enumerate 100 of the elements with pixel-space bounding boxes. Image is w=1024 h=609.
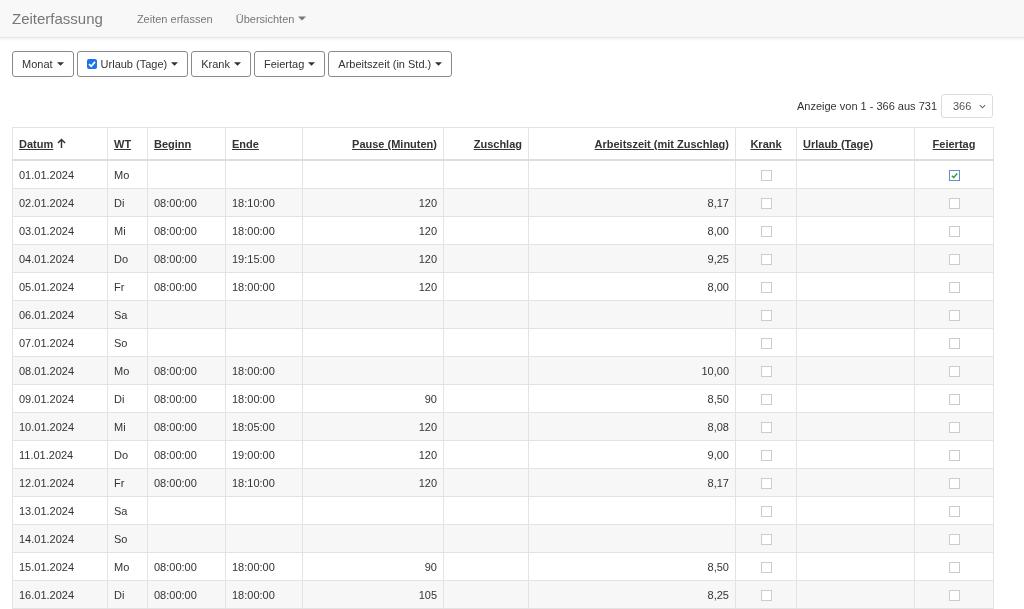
table-cell: 90 xyxy=(424,392,437,405)
checkbox[interactable] xyxy=(948,281,960,293)
table-cell: 01.01.2024 xyxy=(19,168,75,181)
checkbox[interactable] xyxy=(948,225,960,237)
checkbox[interactable] xyxy=(948,505,960,517)
checkbox[interactable] xyxy=(948,309,960,321)
table-cell: 8,50 xyxy=(707,560,729,573)
table-cell: 08:00:00 xyxy=(154,252,197,265)
table-cell: 120 xyxy=(418,196,437,209)
filter-button[interactable]: Feiertag xyxy=(253,51,326,77)
caret-icon xyxy=(435,62,443,66)
caret-icon xyxy=(298,16,307,21)
filter-button[interactable]: Urlaub (Tage) xyxy=(76,51,189,77)
table-cell: 18:00:00 xyxy=(232,280,275,293)
checkbox[interactable] xyxy=(760,281,772,293)
table-cell: 8,17 xyxy=(707,196,729,209)
table-cell: 105 xyxy=(418,588,437,601)
filter-button[interactable]: Arbeitszeit (in Std.) xyxy=(328,51,453,77)
nav-link[interactable]: Übersichten xyxy=(235,12,307,25)
table-cell: Mo xyxy=(114,364,130,377)
table-cell: 09.01.2024 xyxy=(19,392,75,405)
checkbox[interactable] xyxy=(760,449,772,461)
table-cell: 120 xyxy=(418,420,437,433)
checkbox[interactable] xyxy=(948,197,960,209)
table-cell: Di xyxy=(114,196,125,209)
checkbox[interactable] xyxy=(760,477,772,489)
table-cell: 03.01.2024 xyxy=(19,224,75,237)
table-cell: 120 xyxy=(418,252,437,265)
checkbox[interactable] xyxy=(760,421,772,433)
column-header[interactable]: Datum xyxy=(19,137,54,150)
checkbox[interactable] xyxy=(760,309,772,321)
table-cell: 08:00:00 xyxy=(154,448,197,461)
nav-link[interactable]: Zeiten erfassen xyxy=(136,12,213,25)
table-cell: 120 xyxy=(418,448,437,461)
checkbox[interactable] xyxy=(948,533,960,545)
table-cell: 18:10:00 xyxy=(232,196,275,209)
caret-icon xyxy=(56,62,64,66)
checkbox[interactable] xyxy=(760,337,772,349)
brand-title[interactable]: Zeiterfassung xyxy=(12,10,103,27)
checkbox[interactable] xyxy=(948,365,960,377)
sort-arrow-icon[interactable] xyxy=(57,137,67,149)
checkbox[interactable] xyxy=(760,225,772,237)
table-cell: 13.01.2024 xyxy=(19,504,75,517)
table-cell: 8,00 xyxy=(707,224,729,237)
checkbox[interactable] xyxy=(948,393,960,405)
table-cell: 120 xyxy=(418,476,437,489)
checkbox[interactable] xyxy=(948,421,960,433)
table-cell: 18:05:00 xyxy=(232,420,275,433)
table-cell: 120 xyxy=(418,224,437,237)
checkbox[interactable] xyxy=(948,477,960,489)
table-cell: 19:00:00 xyxy=(232,448,275,461)
table-cell: 8,25 xyxy=(707,588,729,601)
table-cell: 06.01.2024 xyxy=(19,308,75,321)
table-cell: 02.01.2024 xyxy=(19,196,75,209)
checkbox[interactable] xyxy=(948,169,960,181)
column-header[interactable]: WT xyxy=(114,137,132,150)
checkbox[interactable] xyxy=(760,365,772,377)
checkbox[interactable] xyxy=(948,337,960,349)
table-cell: 10,00 xyxy=(701,364,729,377)
table-cell: 18:00:00 xyxy=(232,392,275,405)
table-cell: 16.01.2024 xyxy=(19,588,75,601)
checkbox[interactable] xyxy=(760,561,772,573)
checkbox[interactable] xyxy=(760,533,772,545)
table-cell: 12.01.2024 xyxy=(19,476,75,489)
checkbox[interactable] xyxy=(948,589,960,601)
table-cell: 14.01.2024 xyxy=(19,532,75,545)
caret-icon xyxy=(308,62,316,66)
table-cell: 18:10:00 xyxy=(232,476,275,489)
table-cell: Mi xyxy=(114,224,126,237)
table-cell: 10.01.2024 xyxy=(19,420,75,433)
table-cell: 08:00:00 xyxy=(154,588,197,601)
column-header[interactable]: Beginn xyxy=(154,137,192,150)
table-cell: 8,17 xyxy=(707,476,729,489)
column-header[interactable]: Ende xyxy=(232,137,259,150)
table-cell: 8,08 xyxy=(707,420,729,433)
page-size-select[interactable]: 366 xyxy=(941,94,993,118)
checkbox[interactable] xyxy=(760,393,772,405)
table-cell: 11.01.2024 xyxy=(19,448,74,461)
checkbox[interactable] xyxy=(760,253,772,265)
checkbox[interactable] xyxy=(948,253,960,265)
checkbox[interactable] xyxy=(760,197,772,209)
table-cell: 05.01.2024 xyxy=(19,280,75,293)
table-cell: Di xyxy=(114,392,125,405)
table-cell: 08:00:00 xyxy=(154,392,197,405)
table-cell: Sa xyxy=(114,504,128,517)
chevron-icon xyxy=(979,103,986,109)
checkbox[interactable] xyxy=(760,169,772,181)
table-cell: So xyxy=(114,336,128,349)
checkbox[interactable] xyxy=(760,589,772,601)
checkbox[interactable] xyxy=(948,561,960,573)
filter-button[interactable]: Monat xyxy=(12,51,74,77)
table-cell: Fr xyxy=(114,280,125,293)
checkbox[interactable] xyxy=(948,449,960,461)
table-cell: 9,00 xyxy=(707,448,729,461)
table-cell: 04.01.2024 xyxy=(19,252,75,265)
checkbox[interactable] xyxy=(760,505,772,517)
filter-button[interactable]: Krank xyxy=(191,51,251,77)
caret-icon xyxy=(233,62,241,66)
table-cell: 18:00:00 xyxy=(232,560,275,573)
table-cell: 08:00:00 xyxy=(154,196,197,209)
